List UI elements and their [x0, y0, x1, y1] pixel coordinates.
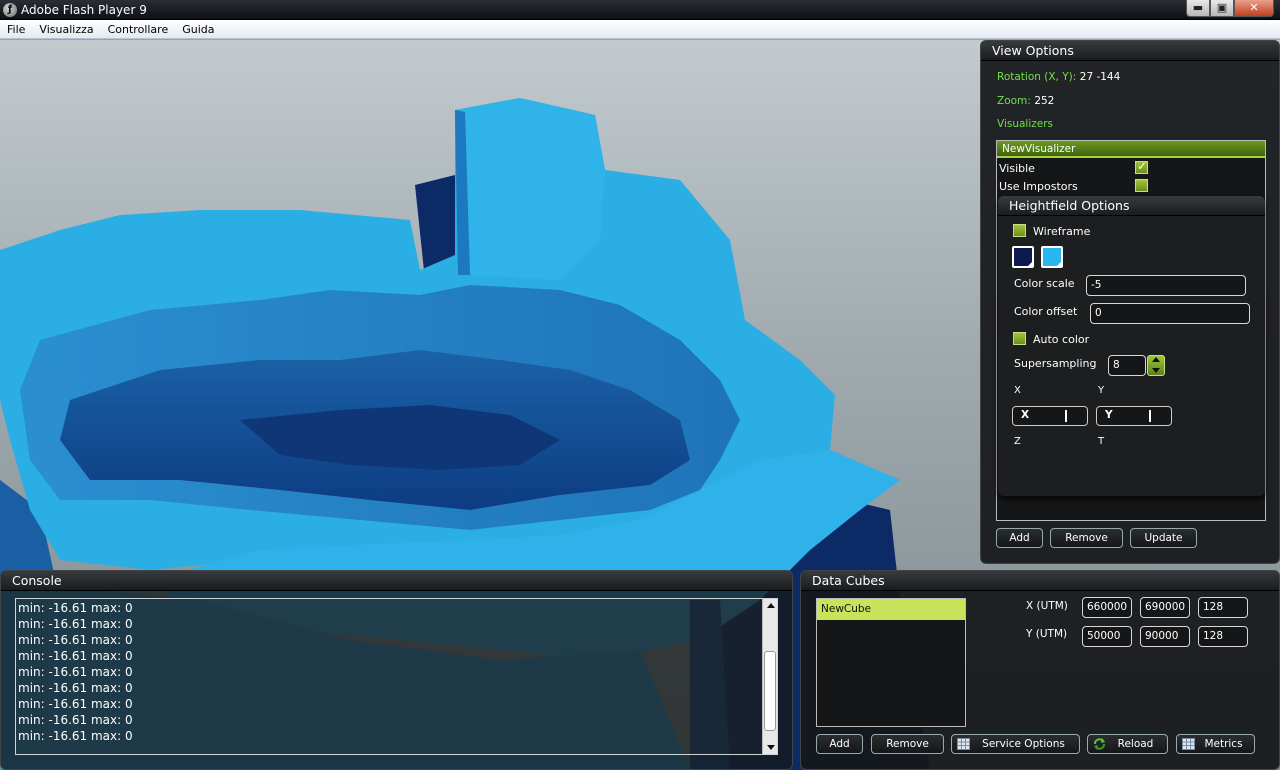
console-line: min: -16.61 max: 0: [18, 617, 133, 631]
console-title: Console: [1, 571, 792, 591]
menu-visualizza[interactable]: Visualizza: [32, 20, 100, 38]
y-utm-label: Y (UTM): [1026, 628, 1068, 640]
visualizers-list[interactable]: NewVisualizer Visible Use Impostors Heig…: [996, 140, 1266, 521]
wireframe-label: Wireframe: [1033, 225, 1091, 238]
console-output[interactable]: min: -16.61 max: 0 min: -16.61 max: 0 min:…: [15, 598, 778, 755]
zoom-label: Zoom:: [997, 95, 1031, 107]
visible-label: Visible: [999, 162, 1035, 175]
x-slider[interactable]: X: [1012, 406, 1088, 426]
supersampling-input[interactable]: 8: [1108, 355, 1146, 376]
visualizers-label: Visualizers: [997, 118, 1054, 130]
color-offset-label: Color offset: [1014, 305, 1078, 318]
reload-button[interactable]: Reload: [1087, 734, 1168, 754]
y-utm-max-input[interactable]: 90000: [1140, 626, 1190, 647]
data-cubes-panel: Data Cubes NewCube X (UTM) 660000 690000…: [800, 570, 1280, 770]
x-utm-min-input[interactable]: 660000: [1082, 597, 1132, 618]
supersampling-label: Supersampling: [1014, 357, 1097, 370]
x-axis-label: X: [1014, 385, 1021, 396]
use-impostors-label: Use Impostors: [999, 180, 1078, 193]
heightfield-options-title: Heightfield Options: [998, 196, 1265, 216]
heightfield-options-panel: Heightfield Options Wireframe Color scal…: [998, 196, 1265, 496]
menu-guida[interactable]: Guida: [175, 20, 221, 38]
window-controls: ▬ ▣ ✕: [1186, 0, 1274, 18]
minimize-button[interactable]: ▬: [1186, 0, 1210, 17]
t-axis-label: T: [1098, 436, 1105, 447]
view-options-panel: View Options Rotation (X, Y): 27 -144 Zo…: [980, 40, 1280, 564]
menu-file[interactable]: File: [0, 20, 32, 38]
auto-color-checkbox[interactable]: [1013, 332, 1026, 345]
service-options-label: Service Options: [982, 738, 1065, 750]
y-slider-label: Y: [1105, 409, 1113, 421]
zoom-row: Zoom: 252: [997, 94, 1054, 107]
rotation-row: Rotation (X, Y): 27 -144: [997, 70, 1120, 83]
metrics-button[interactable]: Metrics: [1176, 734, 1255, 754]
data-cube-item-selected[interactable]: NewCube: [817, 599, 965, 620]
stepper-down-icon[interactable]: [1152, 368, 1160, 373]
window-title: Adobe Flash Player 9: [21, 3, 147, 17]
console-line: min: -16.61 max: 0: [18, 697, 133, 711]
use-impostors-checkbox[interactable]: [1135, 179, 1148, 192]
data-cube-remove-button[interactable]: Remove: [871, 734, 944, 754]
y-slider-thumb[interactable]: [1149, 410, 1151, 422]
console-line: min: -16.61 max: 0: [18, 633, 133, 647]
console-line: min: -16.61 max: 0: [18, 665, 133, 679]
close-button[interactable]: ✕: [1234, 0, 1274, 17]
zoom-value: 252: [1034, 95, 1055, 107]
console-line: min: -16.61 max: 0: [18, 729, 133, 743]
menu-bar: File Visualizza Controllare Guida: [0, 20, 1280, 39]
visualizer-update-button[interactable]: Update: [1130, 528, 1197, 548]
reload-icon: [1094, 738, 1105, 750]
table-icon: [1182, 738, 1195, 750]
menu-controllare[interactable]: Controllare: [101, 20, 176, 38]
supersampling-stepper[interactable]: [1147, 355, 1165, 376]
rotation-label: Rotation (X, Y):: [997, 71, 1077, 83]
reload-label: Reload: [1117, 738, 1154, 750]
z-axis-label: Z: [1014, 436, 1021, 447]
data-cubes-list[interactable]: NewCube: [816, 598, 966, 727]
visible-checkbox[interactable]: [1135, 159, 1148, 174]
console-panel: Console min: -16.61 max: 0 min: -16.61 ma…: [0, 570, 793, 770]
visualizer-add-button[interactable]: Add: [996, 528, 1043, 548]
maximize-button[interactable]: ▣: [1210, 0, 1234, 17]
x-slider-label: X: [1021, 409, 1030, 421]
scroll-thumb[interactable]: [764, 651, 776, 731]
x-utm-label: X (UTM): [1026, 600, 1068, 612]
stepper-up-icon[interactable]: [1152, 357, 1160, 362]
x-utm-resolution-input[interactable]: 128: [1198, 597, 1248, 618]
color-scale-label: Color scale: [1014, 277, 1075, 290]
visualizer-remove-button[interactable]: Remove: [1050, 528, 1123, 548]
wireframe-checkbox[interactable]: [1013, 224, 1026, 237]
console-line: min: -16.61 max: 0: [18, 681, 133, 695]
high-color-swatch[interactable]: [1041, 246, 1063, 268]
y-utm-resolution-input[interactable]: 128: [1198, 626, 1248, 647]
view-options-title: View Options: [981, 41, 1279, 61]
visualizer-name: NewVisualizer: [1002, 143, 1076, 155]
color-offset-input[interactable]: 0: [1090, 303, 1250, 324]
service-options-button[interactable]: Service Options: [951, 734, 1080, 754]
rotation-value: 27 -144: [1079, 71, 1121, 83]
console-line: min: -16.61 max: 0: [18, 713, 133, 727]
color-scale-input[interactable]: -5: [1086, 275, 1246, 296]
console-line: min: -16.61 max: 0: [18, 649, 133, 663]
visualizer-item-selected[interactable]: NewVisualizer: [997, 141, 1265, 158]
title-bar: ƒ Adobe Flash Player 9 ▬ ▣ ✕: [0, 0, 1280, 20]
data-cubes-title: Data Cubes: [801, 571, 1279, 591]
y-utm-min-input[interactable]: 50000: [1082, 626, 1132, 647]
scroll-down-icon[interactable]: [767, 745, 775, 750]
low-color-swatch[interactable]: [1012, 246, 1034, 268]
data-cube-add-button[interactable]: Add: [816, 734, 863, 754]
console-line: min: -16.61 max: 0: [18, 601, 133, 615]
auto-color-label: Auto color: [1033, 333, 1090, 346]
x-slider-thumb[interactable]: [1065, 410, 1067, 422]
scroll-up-icon[interactable]: [767, 603, 775, 608]
console-scrollbar[interactable]: [762, 599, 777, 754]
console-lines: min: -16.61 max: 0 min: -16.61 max: 0 min:…: [16, 599, 777, 744]
y-axis-label: Y: [1098, 385, 1105, 396]
x-utm-max-input[interactable]: 690000: [1140, 597, 1190, 618]
y-slider[interactable]: Y: [1096, 406, 1172, 426]
table-icon: [957, 738, 970, 750]
flash-player-icon: ƒ: [3, 3, 17, 17]
metrics-label: Metrics: [1204, 738, 1243, 750]
